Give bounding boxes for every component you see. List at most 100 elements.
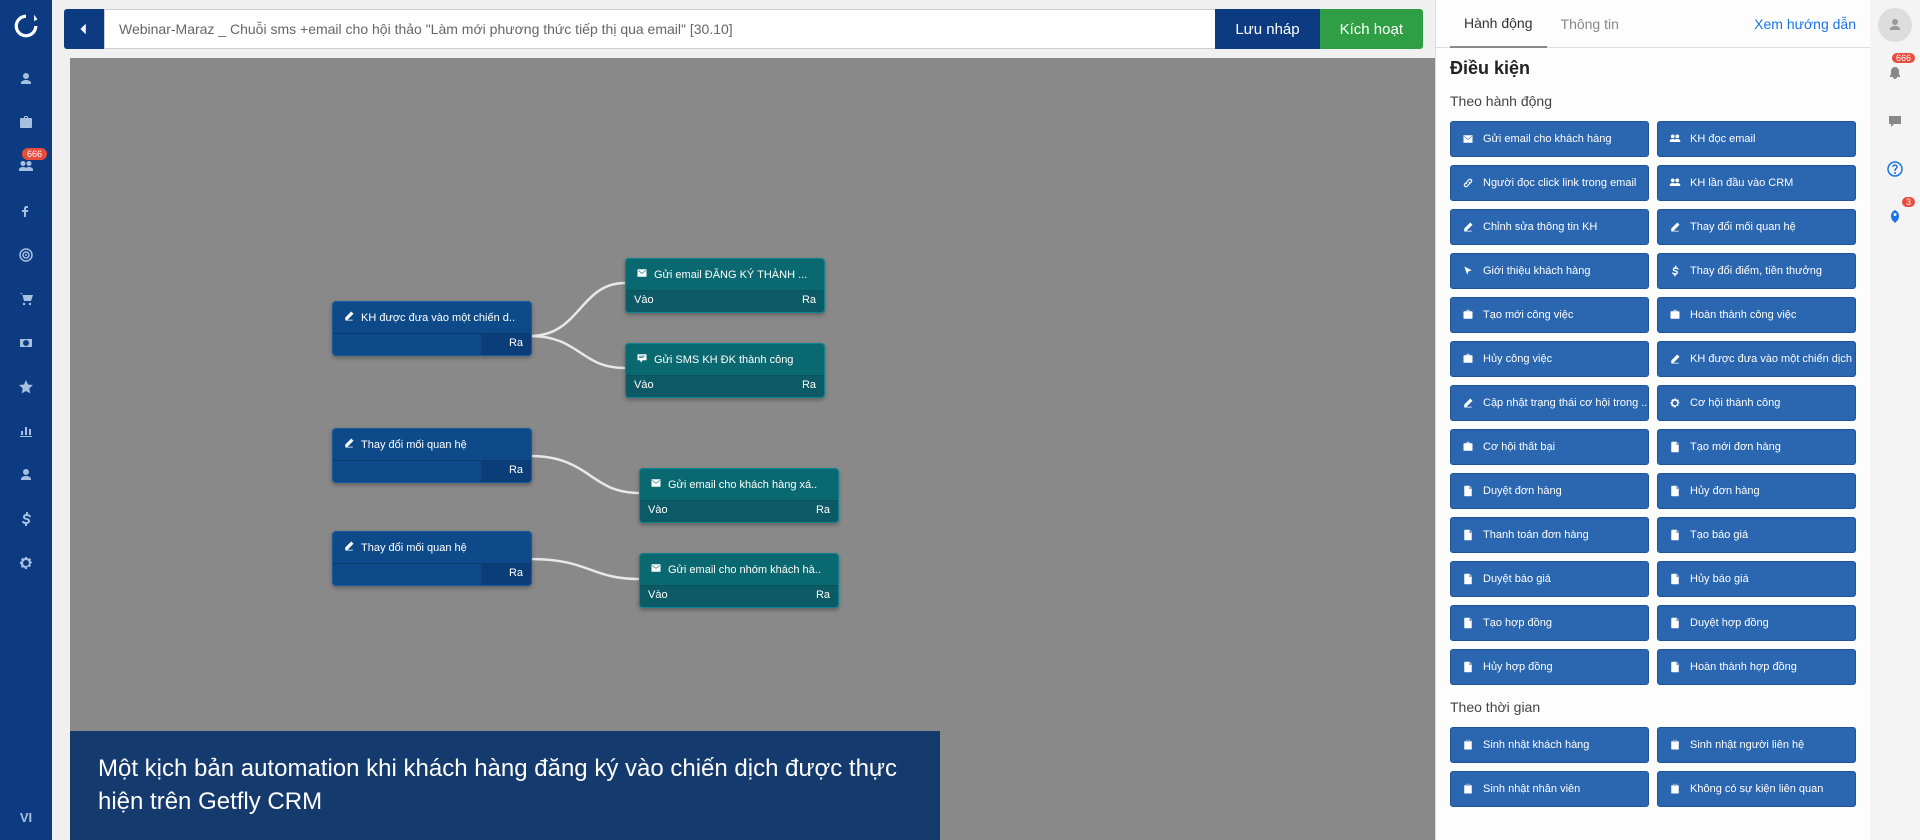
mail-icon	[650, 562, 662, 577]
action-14[interactable]: Cơ hội thất bại	[1450, 429, 1649, 465]
nav-user[interactable]	[0, 57, 52, 101]
pointer-icon	[1461, 264, 1475, 278]
port-out[interactable]: Ra	[739, 586, 838, 607]
action-21[interactable]: Hủy báo giá	[1657, 561, 1856, 597]
file-icon	[1668, 528, 1682, 542]
briefcase-icon	[1668, 308, 1682, 322]
action-15[interactable]: Tạo mới đơn hàng	[1657, 429, 1856, 465]
port-in[interactable]: Vào	[640, 586, 739, 607]
action-4[interactable]: Chỉnh sửa thông tin KH	[1450, 209, 1649, 245]
port-in[interactable]: Vào	[626, 291, 725, 312]
time-action-2[interactable]: Sinh nhật nhân viên	[1450, 771, 1649, 807]
file-icon	[1461, 572, 1475, 586]
file-icon	[1461, 484, 1475, 498]
action-24[interactable]: Hủy hợp đồng	[1450, 649, 1649, 685]
nav-users[interactable]: 666	[0, 145, 52, 189]
briefcase-icon	[1461, 352, 1475, 366]
link-icon	[1461, 176, 1475, 190]
help-link[interactable]: Xem hướng dẫn	[1754, 16, 1856, 32]
action-19[interactable]: Tạo báo giá	[1657, 517, 1856, 553]
port-out[interactable]: Ra	[481, 461, 531, 482]
rocket-icon[interactable]: 3	[1878, 200, 1912, 234]
time-action-grid: Sinh nhật khách hàngSinh nhật người liên…	[1436, 721, 1870, 813]
action-12[interactable]: Cập nhật trạng thái cơ hội trong ...	[1450, 385, 1649, 421]
tab-actions[interactable]: Hành động	[1450, 1, 1547, 48]
activate-button[interactable]: Kích hoạt	[1320, 9, 1423, 49]
chat-icon[interactable]	[1878, 104, 1912, 138]
action-16[interactable]: Duyệt đơn hàng	[1450, 473, 1649, 509]
node-change-relation-1[interactable]: Thay đổi mối quan hệ Ra	[332, 428, 532, 483]
nav-badge: 666	[22, 148, 47, 160]
action-22[interactable]: Tạo hợp đồng	[1450, 605, 1649, 641]
nav-facebook[interactable]	[0, 189, 52, 233]
node-send-email-register[interactable]: Gửi email ĐĂNG KÝ THÀNH ... VàoRa	[625, 258, 825, 313]
port-out[interactable]: Ra	[725, 291, 824, 312]
file-icon	[1668, 572, 1682, 586]
action-5[interactable]: Thay đổi mối quan hệ	[1657, 209, 1856, 245]
edit-icon	[1668, 220, 1682, 234]
edit-icon	[343, 310, 355, 325]
workflow-canvas[interactable]: KH được đưa vào một chiến d.. Ra Gửi ema…	[70, 58, 1435, 840]
time-action-3[interactable]: Không có sự kiện liên quan	[1657, 771, 1856, 807]
nav-star[interactable]	[0, 365, 52, 409]
time-action-0[interactable]: Sinh nhật khách hàng	[1450, 727, 1649, 763]
users-icon	[1668, 176, 1682, 190]
time-action-1[interactable]: Sinh nhật người liên hệ	[1657, 727, 1856, 763]
right-tabs: Hành động Thông tin Xem hướng dẫn	[1436, 0, 1870, 48]
action-23[interactable]: Duyệt hợp đồng	[1657, 605, 1856, 641]
nav-settings[interactable]	[0, 541, 52, 585]
port-in[interactable]: Vào	[640, 501, 739, 522]
nav-target[interactable]	[0, 233, 52, 277]
app-logo[interactable]	[10, 10, 42, 42]
nav-cart[interactable]	[0, 277, 52, 321]
nav-chart[interactable]	[0, 409, 52, 453]
user-avatar[interactable]	[1878, 8, 1912, 42]
port-out[interactable]: Ra	[481, 334, 531, 355]
action-20[interactable]: Duyệt báo giá	[1450, 561, 1649, 597]
sms-icon	[636, 352, 648, 367]
action-2[interactable]: Người đọc click link trong email	[1450, 165, 1649, 201]
calendar-icon	[1461, 738, 1475, 752]
connectors	[70, 58, 1435, 840]
port-out[interactable]: Ra	[481, 564, 531, 585]
node-send-email-group[interactable]: Gửi email cho nhóm khách hà.. VàoRa	[639, 553, 839, 608]
action-3[interactable]: KH lần đầu vào CRM	[1657, 165, 1856, 201]
nav-hr[interactable]	[0, 453, 52, 497]
node-label: KH được đưa vào một chiến d..	[361, 312, 515, 324]
file-icon	[1668, 484, 1682, 498]
node-send-email-customer[interactable]: Gửi email cho khách hàng xá.. VàoRa	[639, 468, 839, 523]
node-change-relation-2[interactable]: Thay đổi mối quan hệ Ra	[332, 531, 532, 586]
file-icon	[1461, 660, 1475, 674]
back-button[interactable]	[64, 9, 104, 49]
port-out[interactable]: Ra	[725, 376, 824, 397]
port-in[interactable]: Vào	[626, 376, 725, 397]
node-send-sms[interactable]: Gửi SMS KH ĐK thành công VàoRa	[625, 343, 825, 398]
workflow-title-input[interactable]	[104, 9, 1215, 49]
action-6[interactable]: Giới thiệu khách hàng	[1450, 253, 1649, 289]
calendar-icon	[1668, 782, 1682, 796]
tab-info[interactable]: Thông tin	[1547, 0, 1633, 47]
nav-briefcase[interactable]	[0, 101, 52, 145]
action-0[interactable]: Gửi email cho khách hàng	[1450, 121, 1649, 157]
caption-overlay: Một kịch bản automation khi khách hàng đ…	[70, 731, 940, 840]
action-18[interactable]: Thanh toán đơn hàng	[1450, 517, 1649, 553]
lang-indicator[interactable]: VI	[20, 810, 32, 825]
action-13[interactable]: Cơ hội thành công	[1657, 385, 1856, 421]
action-11[interactable]: KH được đưa vào một chiến dịch	[1657, 341, 1856, 377]
action-7[interactable]: Thay đổi điểm, tiền thưởng	[1657, 253, 1856, 289]
port-out[interactable]: Ra	[739, 501, 838, 522]
node-trigger-campaign[interactable]: KH được đưa vào một chiến d.. Ra	[332, 301, 532, 356]
action-25[interactable]: Hoàn thành hợp đồng	[1657, 649, 1856, 685]
action-1[interactable]: KH đọc email	[1657, 121, 1856, 157]
save-draft-button[interactable]: Lưu nháp	[1215, 9, 1319, 49]
action-8[interactable]: Tạo mới công việc	[1450, 297, 1649, 333]
nav-dollar[interactable]	[0, 497, 52, 541]
help-icon[interactable]	[1878, 152, 1912, 186]
nav-money[interactable]	[0, 321, 52, 365]
briefcase-icon	[1461, 440, 1475, 454]
action-10[interactable]: Hủy công việc	[1450, 341, 1649, 377]
action-17[interactable]: Hủy đơn hàng	[1657, 473, 1856, 509]
file-icon	[1668, 616, 1682, 630]
action-9[interactable]: Hoàn thành công việc	[1657, 297, 1856, 333]
notification-bell[interactable]: 666	[1878, 56, 1912, 90]
